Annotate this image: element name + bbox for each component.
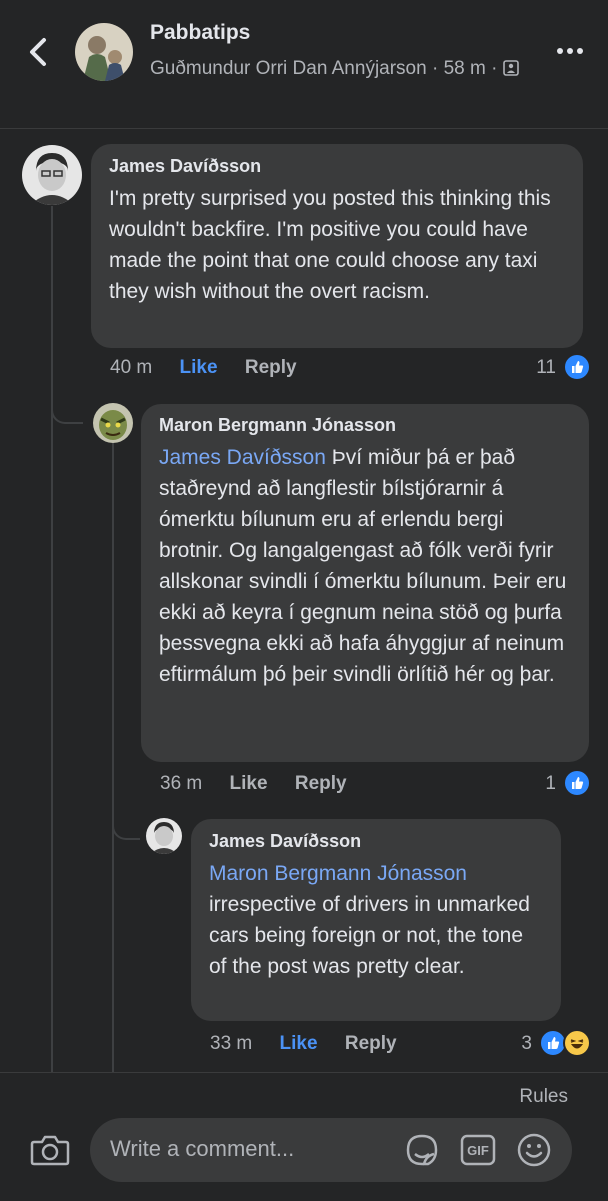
thread-connector bbox=[51, 372, 83, 424]
comment-text: James Davíðsson Því miður þá er það stað… bbox=[159, 442, 571, 690]
thread-line bbox=[112, 442, 114, 1072]
comment-input-placeholder[interactable]: Write a comment... bbox=[110, 1136, 294, 1162]
reaction-count[interactable]: 3 bbox=[508, 1033, 532, 1055]
comment-body: Því miður þá er það staðreynd að langfle… bbox=[159, 446, 567, 686]
separator-dot: · bbox=[431, 58, 444, 79]
like-reaction-icon[interactable] bbox=[563, 769, 591, 797]
reply-button[interactable]: Reply bbox=[245, 357, 297, 378]
group-privacy-icon bbox=[502, 60, 519, 76]
more-dots-icon[interactable] bbox=[556, 40, 584, 62]
thread-connector bbox=[112, 790, 140, 840]
comment-mention[interactable]: Maron Bergmann Jónasson bbox=[209, 858, 543, 889]
comment-bubble: James Davíðsson I'm pretty surprised you… bbox=[91, 144, 583, 348]
comment-text: I'm pretty surprised you posted this thi… bbox=[109, 187, 551, 303]
comment-bubble: Maron Bergmann Jónasson James Davíðsson … bbox=[141, 404, 589, 762]
separator-dot: · bbox=[491, 58, 503, 79]
comment-author[interactable]: James Davíðsson bbox=[209, 831, 543, 852]
gif-icon[interactable]: GIF bbox=[458, 1130, 498, 1170]
like-button[interactable]: Like bbox=[280, 1033, 318, 1054]
comment-author[interactable]: Maron Bergmann Jónasson bbox=[159, 415, 571, 436]
like-button[interactable]: Like bbox=[180, 357, 218, 378]
like-reaction-icon[interactable] bbox=[563, 353, 591, 381]
comment-body: irrespective of drivers in unmarked cars… bbox=[209, 893, 530, 978]
thread-line bbox=[51, 206, 53, 1072]
avatar[interactable] bbox=[22, 145, 82, 205]
post-time: 58 m bbox=[443, 58, 486, 79]
reply-button[interactable]: Reply bbox=[345, 1033, 397, 1054]
sticker-icon[interactable] bbox=[402, 1130, 442, 1170]
comment-time: 40 m bbox=[110, 357, 153, 378]
back-arrow-icon[interactable] bbox=[22, 34, 58, 70]
comment-meta: 36 m Like Reply bbox=[160, 773, 347, 795]
post-subtitle: Guðmundur Orri Dan Annýjarson · 58 m · bbox=[150, 52, 530, 85]
comment-author[interactable]: James Davíðsson bbox=[109, 156, 565, 177]
avatar[interactable] bbox=[146, 818, 182, 854]
rules-link[interactable]: Rules bbox=[519, 1086, 568, 1108]
emoji-icon[interactable] bbox=[514, 1130, 554, 1170]
comment-meta: 33 m Like Reply bbox=[210, 1033, 397, 1055]
comment-mention[interactable]: James Davíðsson bbox=[159, 446, 326, 469]
reaction-count[interactable]: 1 bbox=[528, 773, 556, 795]
comment-meta: 40 m Like Reply bbox=[110, 357, 297, 379]
reply-button[interactable]: Reply bbox=[295, 773, 347, 794]
svg-text:GIF: GIF bbox=[467, 1143, 489, 1158]
comment-time: 33 m bbox=[210, 1033, 253, 1054]
comment-bubble: James Davíðsson Maron Bergmann Jónasson … bbox=[191, 819, 561, 1021]
camera-icon[interactable] bbox=[28, 1128, 72, 1172]
group-avatar[interactable] bbox=[75, 23, 133, 81]
comment-text: Maron Bergmann Jónasson irrespective of … bbox=[209, 858, 543, 982]
haha-reaction-icon[interactable] bbox=[563, 1029, 591, 1057]
page-title[interactable]: Pabbatips bbox=[150, 21, 250, 45]
post-author[interactable]: Guðmundur Orri Dan Annýjarson bbox=[150, 58, 427, 79]
reaction-count[interactable]: 11 bbox=[520, 357, 556, 379]
like-button[interactable]: Like bbox=[230, 773, 268, 794]
comment-time: 36 m bbox=[160, 773, 203, 794]
avatar[interactable] bbox=[93, 403, 133, 443]
